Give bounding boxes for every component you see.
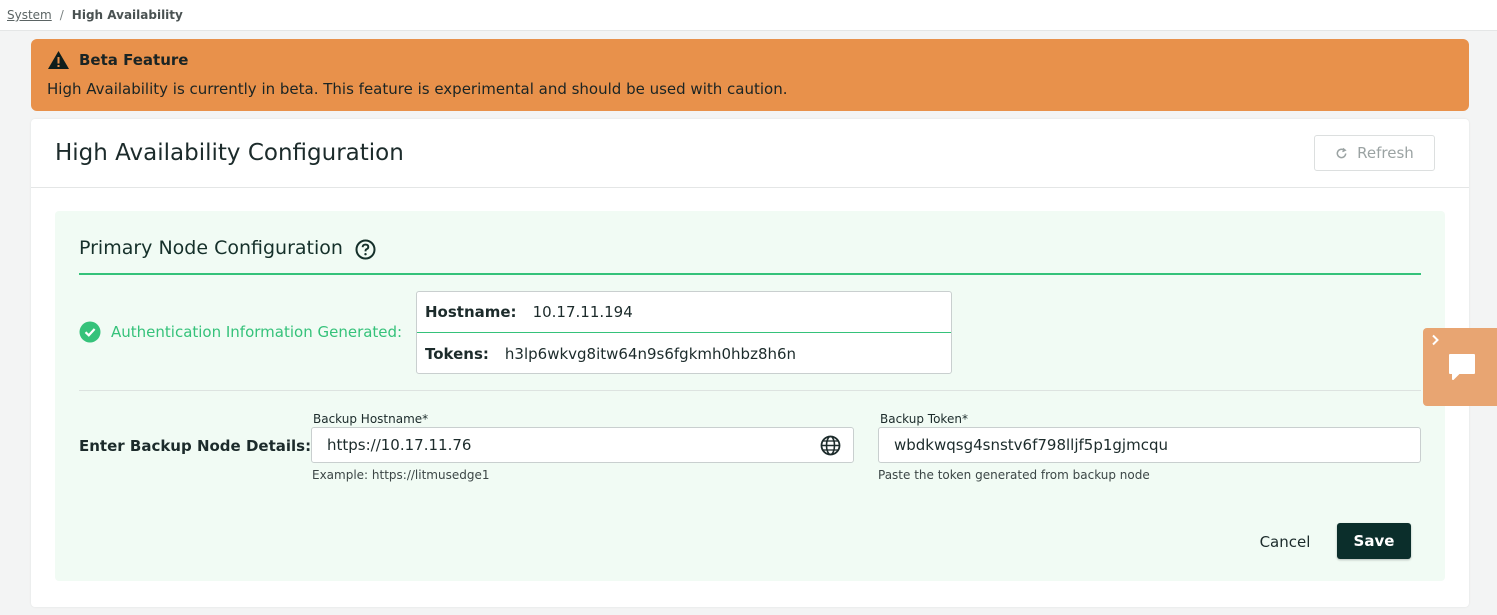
question-circle-icon[interactable] bbox=[355, 239, 376, 260]
hostname-value: 10.17.11.194 bbox=[532, 303, 633, 321]
beta-banner-header: Beta Feature bbox=[47, 49, 1453, 71]
backup-hostname-value: https://10.17.11.76 bbox=[327, 436, 472, 454]
backup-section-label: Enter Backup Node Details: bbox=[79, 437, 312, 455]
hostname-row: Hostname: 10.17.11.194 bbox=[417, 292, 951, 333]
backup-hostname-label: Backup Hostname* bbox=[313, 412, 429, 426]
beta-banner-title: Beta Feature bbox=[79, 51, 189, 69]
beta-banner-message: High Availability is currently in beta. … bbox=[47, 80, 788, 98]
refresh-icon bbox=[1336, 147, 1347, 158]
backup-token-hint: Paste the token generated from backup no… bbox=[878, 468, 1150, 482]
ha-config-card: High Availability Configuration Refresh … bbox=[31, 119, 1469, 607]
divider bbox=[79, 390, 1421, 391]
save-button[interactable]: Save bbox=[1337, 523, 1411, 559]
breadcrumb-separator: / bbox=[59, 8, 64, 22]
backup-token-value: wbdkwqsg4snstv6f798lljf5p1gjmcqu bbox=[894, 436, 1168, 454]
primary-node-panel: Primary Node Configuration Authenticatio… bbox=[55, 211, 1445, 581]
cancel-button[interactable]: Cancel bbox=[1235, 524, 1335, 560]
chat-bubble-icon bbox=[1449, 354, 1475, 380]
breadcrumb: System / High Availability bbox=[0, 0, 1497, 31]
hostname-label: Hostname: bbox=[425, 303, 517, 321]
check-circle-icon bbox=[79, 321, 101, 343]
breadcrumb-system-link[interactable]: System bbox=[7, 8, 52, 22]
refresh-label: Refresh bbox=[1357, 144, 1414, 162]
auth-status: Authentication Information Generated: bbox=[79, 321, 402, 343]
tokens-row: Tokens: h3lp6wkvg8itw64n9s6fgkmh0hbz8h6n bbox=[417, 333, 951, 374]
beta-banner: Beta Feature High Availability is curren… bbox=[31, 39, 1469, 111]
breadcrumb-current: High Availability bbox=[71, 8, 183, 22]
page-title: High Availability Configuration bbox=[55, 140, 404, 166]
tokens-value: h3lp6wkvg8itw64n9s6fgkmh0hbz8h6n bbox=[504, 344, 797, 363]
card-header: High Availability Configuration Refresh bbox=[31, 119, 1469, 188]
primary-node-title: Primary Node Configuration bbox=[79, 237, 343, 259]
backup-hostname-input[interactable]: https://10.17.11.76 bbox=[311, 427, 854, 463]
refresh-button[interactable]: Refresh bbox=[1314, 135, 1435, 171]
auth-status-label: Authentication Information Generated: bbox=[111, 323, 403, 341]
warning-triangle-icon bbox=[48, 51, 69, 69]
chevron-right-icon[interactable] bbox=[1431, 334, 1440, 346]
tokens-label: Tokens: bbox=[425, 344, 489, 363]
primary-node-header: Primary Node Configuration bbox=[79, 237, 1421, 275]
auth-info-box: Hostname: 10.17.11.194 Tokens: h3lp6wkvg… bbox=[416, 291, 952, 374]
backup-hostname-hint: Example: https://litmusedge1 bbox=[312, 468, 490, 482]
backup-token-label: Backup Token* bbox=[880, 412, 968, 426]
globe-icon[interactable] bbox=[820, 435, 841, 456]
backup-token-input[interactable]: wbdkwqsg4snstv6f798lljf5p1gjmcqu bbox=[878, 427, 1421, 463]
chat-widget[interactable] bbox=[1423, 328, 1497, 406]
